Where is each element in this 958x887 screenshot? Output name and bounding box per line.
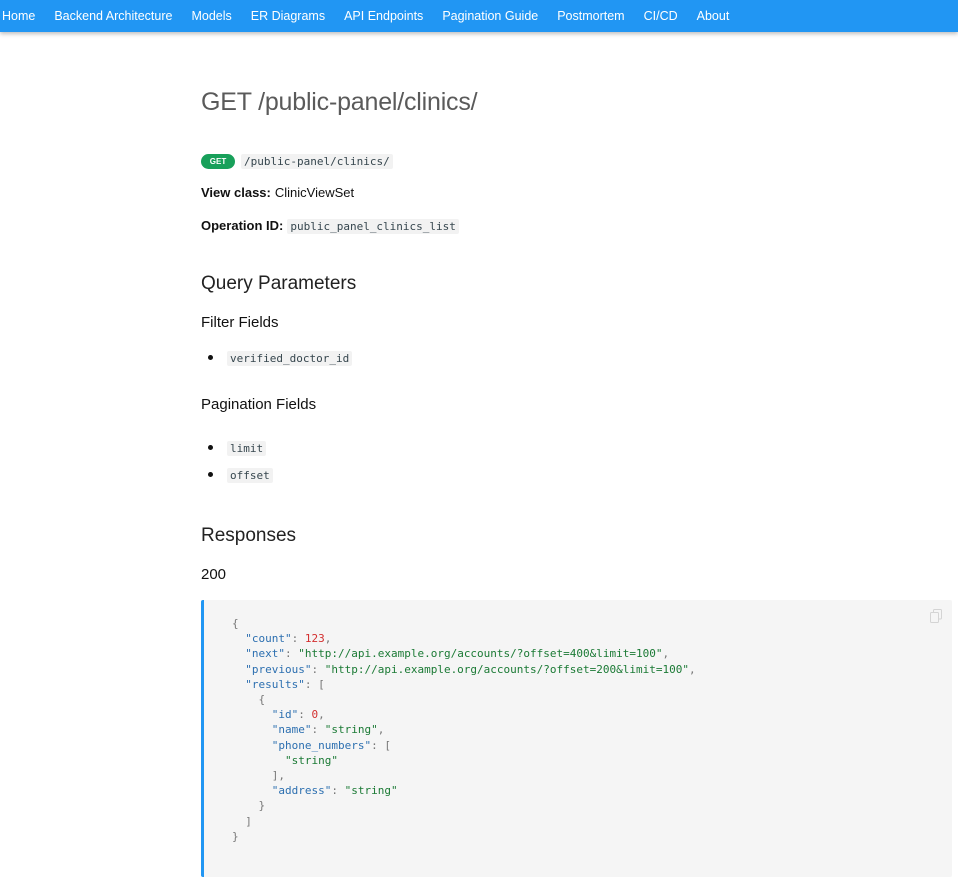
top-navigation: Home Backend Architecture Models ER Diag… <box>0 0 958 32</box>
operation-id-line: Operation ID: public_panel_clinics_list <box>201 218 459 234</box>
pagination-field: offset <box>227 468 273 483</box>
nav-postmortem[interactable]: Postmortem <box>557 0 624 32</box>
response-example-codeblock: { "count": 123, "next": "http://api.exam… <box>201 600 952 877</box>
view-class-label: View class: <box>201 185 271 200</box>
nav-backend-architecture[interactable]: Backend Architecture <box>54 0 172 32</box>
nav-models[interactable]: Models <box>191 0 231 32</box>
nav-ci-cd[interactable]: CI/CD <box>644 0 678 32</box>
nav-pagination-guide[interactable]: Pagination Guide <box>442 0 538 32</box>
view-class-value: ClinicViewSet <box>274 185 355 200</box>
nav-about[interactable]: About <box>697 0 730 32</box>
list-item: verified_doctor_id <box>201 349 353 376</box>
nav-home[interactable]: Home <box>2 0 35 32</box>
endpoint-line: GET /public-panel/clinics/ <box>201 154 393 169</box>
nav-api-endpoints[interactable]: API Endpoints <box>344 0 423 32</box>
operation-id-label: Operation ID: <box>201 218 284 233</box>
pagination-fields-list: limit offset <box>201 439 273 493</box>
response-status: 200 <box>201 566 227 583</box>
method-badge: GET <box>201 154 235 169</box>
filter-fields-heading: Filter Fields <box>201 314 279 331</box>
response-json: { "count": 123, "next": "http://api.exam… <box>232 617 696 843</box>
page-title: GET /public-panel/clinics/ <box>201 88 478 116</box>
list-item: limit <box>201 439 273 466</box>
view-class-line: View class: ClinicViewSet <box>201 185 354 200</box>
filter-field: verified_doctor_id <box>227 351 353 366</box>
operation-id-value: public_panel_clinics_list <box>287 219 459 234</box>
query-parameters-heading: Query Parameters <box>201 273 357 294</box>
nav-er-diagrams[interactable]: ER Diagrams <box>251 0 325 32</box>
filter-fields-list: verified_doctor_id <box>201 349 353 376</box>
endpoint-path: /public-panel/clinics/ <box>241 154 393 169</box>
pagination-field: limit <box>227 441 267 456</box>
list-item: offset <box>201 466 273 493</box>
responses-heading: Responses <box>201 525 297 546</box>
copy-icon[interactable] <box>930 609 942 623</box>
pagination-fields-heading: Pagination Fields <box>201 396 317 413</box>
